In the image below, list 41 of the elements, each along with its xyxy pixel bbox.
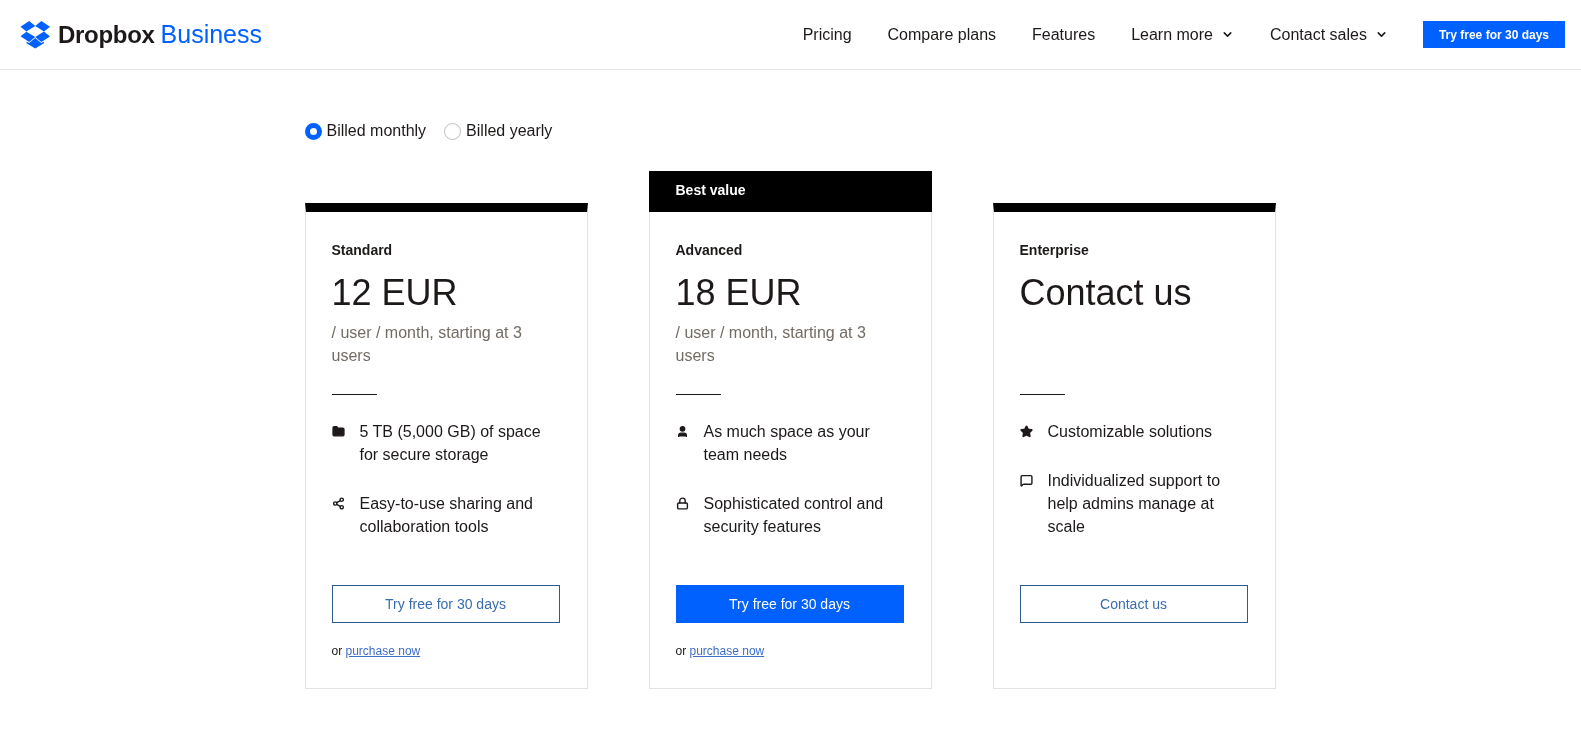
feature-text: Easy-to-use sharing and collaboration tools <box>359 494 534 537</box>
nav-link[interactable]: Compare plans <box>887 25 997 44</box>
try-free-button[interactable]: Try free for 30 days <box>1422 21 1565 48</box>
feature-text: Individualized support to help admins manage at scale <box>1047 471 1222 537</box>
purchase-link[interactable]: purchase now <box>345 644 421 658</box>
feature-text: 5 TB (5,000 GB) of space for secure storage <box>359 422 542 465</box>
radio-button[interactable] <box>444 122 462 140</box>
purchase-link[interactable]: purchase now <box>689 644 765 658</box>
share-icon <box>331 497 345 510</box>
lock-icon <box>675 497 689 510</box>
star-icon <box>1019 425 1033 438</box>
purchase-note: or purchase now <box>331 644 422 658</box>
plan-name: Enterprise <box>1019 241 1090 259</box>
price-note: / user / month, starting at 3 users <box>331 323 523 366</box>
price-note: / user / month, starting at 3 users <box>675 323 867 366</box>
feature-text: As much space as your team needs <box>703 422 871 465</box>
plan-price: Contact us <box>1019 271 1193 315</box>
plan-price: 12 EUR <box>331 271 459 315</box>
nav-link[interactable]: Pricing <box>802 25 852 44</box>
plan-button[interactable]: Try free for 30 days <box>331 585 560 623</box>
feature-text: Sophisticated control and security features <box>703 494 885 537</box>
person-icon <box>675 425 689 438</box>
plan-button[interactable]: Try free for 30 days <box>675 585 904 623</box>
speech-bubble-icon <box>1019 474 1033 487</box>
plan-name: Advanced <box>675 241 744 259</box>
plan-name: Standard <box>331 241 394 259</box>
billing-option[interactable]: Billed monthly <box>304 122 427 140</box>
folder-icon <box>331 425 345 438</box>
nav-link[interactable]: Features <box>1032 25 1096 44</box>
plan-badge: Best value <box>648 171 932 212</box>
purchase-note: or purchase now <box>675 644 766 658</box>
brand-name: Dropbox <box>58 20 155 49</box>
product-name: Business <box>160 20 262 49</box>
billing-option[interactable]: Billed yearly <box>444 122 553 140</box>
radio-button[interactable] <box>304 122 322 140</box>
nav-dropdown[interactable]: Contact sales <box>1270 25 1388 44</box>
nav-dropdown[interactable]: Learn more <box>1131 25 1234 44</box>
feature-text: Customizable solutions <box>1047 422 1214 442</box>
plan-price: 18 EUR <box>675 271 803 315</box>
logo-icon <box>20 20 51 49</box>
plan-button[interactable]: Contact us <box>1019 585 1248 623</box>
